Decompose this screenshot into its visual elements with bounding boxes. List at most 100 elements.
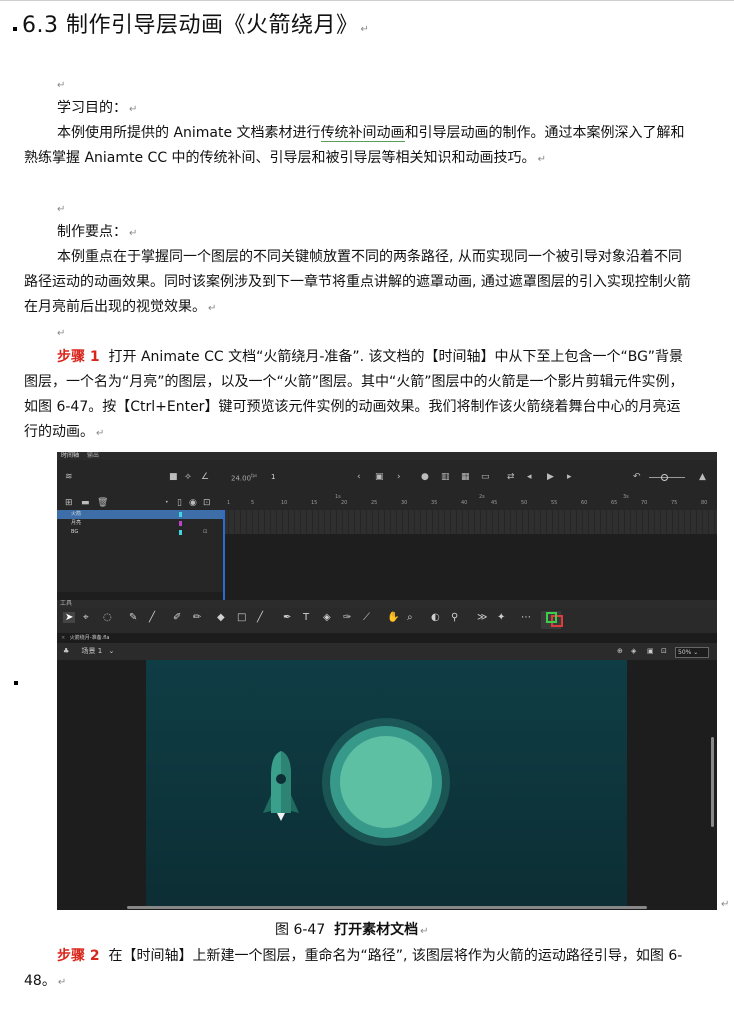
ruler-tick: 35	[431, 500, 438, 506]
layers-icon[interactable]: ≋	[65, 472, 73, 482]
page-top-border	[0, 0, 734, 1]
highlight-icon[interactable]: •	[165, 498, 169, 508]
ruler-tick: 15	[311, 500, 318, 506]
next-icon[interactable]: ›	[397, 472, 401, 482]
rectangle-tool-icon[interactable]: □	[237, 612, 246, 623]
scene-bar: ♣ 场景 1 ⌄ ⊕ ◈ ▣ ⊡ 50% ⌄	[57, 643, 717, 660]
eyedropper-icon[interactable]: ⟋	[363, 612, 370, 623]
ruler-tick: 55	[551, 500, 558, 506]
center-stage-icon[interactable]: ⊕	[617, 643, 623, 660]
timeline-panel-header: 时间轴 输出	[57, 452, 717, 460]
edit-multiple-icon[interactable]: ▥	[441, 472, 450, 482]
lasso-tool-icon[interactable]: ◌	[103, 612, 112, 623]
frame-grid[interactable]	[223, 510, 717, 534]
ruler-tick: 70	[641, 500, 648, 506]
objective-heading: 学习目的： ↵	[57, 100, 138, 116]
ruler-tick: 80	[701, 500, 708, 506]
layer-moon[interactable]: 月亮	[57, 519, 223, 528]
playhead[interactable]	[223, 510, 225, 600]
new-layer-icon[interactable]: ⊞	[65, 498, 73, 508]
outline-icon[interactable]: ▯	[177, 498, 182, 508]
empty-paragraph-mark: ↵	[57, 80, 66, 91]
frame-ruler[interactable]: 1 5 10 15 20 25 30 35 40 45 50 55 60 65 70 75 80 1s 2s 3s	[223, 494, 717, 510]
pen-tool-icon[interactable]: ✒	[283, 612, 291, 623]
mountain-icon[interactable]: ▲	[699, 472, 706, 482]
ruler-tick: 25	[371, 500, 378, 506]
asset-warp-icon[interactable]: ≫	[477, 612, 487, 623]
zoom-tool-icon[interactable]: ⌕	[407, 612, 413, 623]
text-tool-icon[interactable]: T	[303, 612, 309, 623]
ruler-tick: 45	[491, 500, 498, 506]
current-frame[interactable]: 1	[271, 473, 275, 481]
folder-icon[interactable]: ▬	[81, 498, 90, 508]
camera-icon[interactable]: ■	[169, 472, 178, 482]
lock-icon[interactable]: ⊡	[203, 498, 211, 508]
scene-name[interactable]: 场景 1	[82, 647, 103, 655]
play-icon[interactable]: ▶	[547, 472, 554, 482]
graph-icon[interactable]: ∠	[201, 472, 209, 482]
selection-tool-icon[interactable]: ➤	[63, 612, 76, 623]
visibility-icon[interactable]: ◉	[189, 498, 197, 508]
eraser-tool-icon[interactable]: ◆	[217, 612, 225, 623]
clip-icon[interactable]: ◈	[631, 643, 636, 660]
hand-tool-icon[interactable]: ✋	[387, 612, 399, 623]
stroke-fill-color-icon[interactable]	[541, 611, 563, 629]
ruler-second: 3s	[623, 494, 629, 500]
tween-icon[interactable]: ▭	[481, 472, 490, 482]
image-paragraph-mark: ↵	[721, 899, 730, 910]
paint-brush-icon[interactable]: ╱	[149, 612, 155, 623]
loop-icon[interactable]: ⇄	[507, 472, 515, 482]
figure-caption: 图 6-47 打开素材文档 ↵	[275, 922, 429, 938]
line-tool-icon[interactable]: ╱	[257, 612, 263, 623]
fluid-brush-icon[interactable]: ✐	[173, 612, 181, 623]
rotate-icon[interactable]: ⊡	[661, 643, 667, 660]
ruler-second: 1s	[335, 494, 341, 500]
horizontal-scrollbar[interactable]	[127, 906, 647, 909]
vertical-scrollbar[interactable]	[711, 737, 714, 827]
ruler-tick: 60	[581, 500, 588, 506]
ruler-tick: 20	[341, 500, 348, 506]
ruler-tick: 40	[461, 500, 468, 506]
undo-icon[interactable]: ↶	[633, 472, 641, 482]
step-back-icon[interactable]: ◂	[527, 472, 532, 482]
animate-screenshot: 时间轴 输出 ≋ ■ ⟡ ∠ 24.00fps 1 ‹ ▣ › ● ▥ ▦ ▭ …	[57, 452, 717, 910]
keyframe-icon[interactable]: ▦	[461, 472, 470, 482]
delete-icon[interactable]: 🗑	[97, 498, 108, 508]
step-forward-icon[interactable]: ▸	[567, 472, 572, 482]
layer-rocket[interactable]: 火箭	[57, 510, 223, 519]
brush-tool-icon[interactable]: ✎	[129, 612, 137, 623]
layer-bg[interactable]: BG ⊡	[57, 528, 223, 537]
ruler-tick: 1	[227, 500, 231, 506]
subselect-tool-icon[interactable]: ⌖	[83, 612, 89, 623]
step1-paragraph: 步骤 1 打开 Animate CC 文档“火箭绕月-准备”. 该文档的【时间轴…	[24, 349, 684, 440]
ruler-tick: 10	[281, 500, 288, 506]
free-transform-icon[interactable]: ◐	[431, 612, 440, 623]
center-icon[interactable]: ▣	[375, 472, 384, 482]
fit-icon[interactable]: ▣	[647, 643, 654, 660]
ruler-second: 2s	[479, 494, 485, 500]
ruler-tick: 30	[401, 500, 408, 506]
fps-value[interactable]: 24.00fps	[231, 473, 257, 482]
document-tab[interactable]: × 火箭绕月-准备.fla	[57, 633, 717, 643]
layer-depth-icon[interactable]: ⟡	[185, 472, 191, 482]
paint-bucket-icon[interactable]: ◈	[323, 612, 331, 623]
stage-artwork	[263, 718, 450, 846]
bone-tool-icon[interactable]: ⚲	[451, 612, 458, 623]
zoom-slider-handle[interactable]	[661, 474, 668, 481]
scene-icon[interactable]: ♣	[63, 647, 69, 655]
more-tools-icon[interactable]: ⋯	[521, 612, 531, 623]
zoom-field[interactable]: 50% ⌄	[675, 647, 709, 658]
objective-body: 本例使用所提供的 Animate 文档素材进行传统补间动画和引导层动画的制作。通…	[24, 125, 685, 166]
ruler-tick: 65	[611, 500, 618, 506]
empty-paragraph-mark: ↵	[57, 204, 66, 215]
pencil-tool-icon[interactable]: ✏	[193, 612, 201, 623]
image-bullet	[14, 681, 18, 685]
scene-dropdown-icon[interactable]: ⌄	[108, 647, 114, 655]
empty-paragraph-mark: ↵	[57, 328, 66, 339]
ink-bottle-icon[interactable]: ✑	[343, 612, 351, 623]
onion-skin-icon[interactable]: ●	[421, 472, 429, 482]
pin-tool-icon[interactable]: ✦	[497, 612, 505, 623]
rocket-icon	[263, 751, 299, 821]
stage[interactable]	[146, 660, 627, 907]
prev-icon[interactable]: ‹	[357, 472, 361, 482]
